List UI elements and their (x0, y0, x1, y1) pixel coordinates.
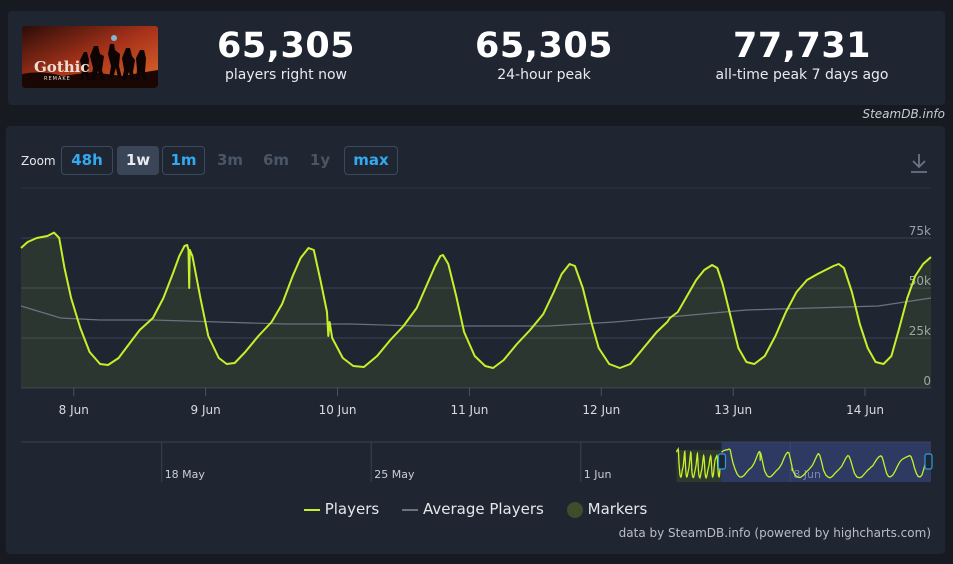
legend-label: Markers (587, 500, 648, 518)
stat-all-time-peak: 77,731 all-time peak 7 days ago (692, 25, 912, 83)
legend-markers[interactable]: Markers (566, 500, 648, 518)
stat-label: players right now (225, 67, 347, 83)
legend-label: Average Players (422, 500, 544, 518)
game-logo: Gothic (34, 58, 89, 76)
zoom-48h-button[interactable]: 48h (61, 146, 113, 175)
x-tick-label: 12 Jun (582, 403, 620, 417)
navigator-handle-left[interactable] (717, 453, 727, 470)
zoom-label: Zoom (21, 154, 56, 168)
x-tick-label: 11 Jun (450, 403, 488, 417)
zoom-1y-button[interactable]: 1y (302, 146, 338, 175)
x-tick-label: 8 Jun (59, 403, 89, 417)
download-icon (911, 154, 927, 173)
zoom-1w-button[interactable]: 1w (117, 146, 159, 175)
legend-markers-swatch (566, 501, 583, 518)
stat-value: 65,305 (216, 26, 356, 66)
navigator-handle-right[interactable] (924, 453, 933, 470)
navigator-label: 25 May (374, 468, 415, 481)
footer-credit: data by SteamDB.info (powered by highcha… (618, 526, 931, 540)
stats-panel: Gothic REMAKE 65,305 players right now 6… (8, 11, 945, 105)
x-tick-label: 10 Jun (319, 403, 357, 417)
stat-value: 65,305 (474, 26, 614, 66)
x-tick-label: 9 Jun (191, 403, 221, 417)
svg-text:REMAKE: REMAKE (44, 76, 71, 82)
x-tick-label: 13 Jun (714, 403, 752, 417)
chart-legend: Players Average Players Markers (6, 500, 945, 518)
y-tick-label: 75k (909, 224, 931, 238)
stat-label: 24-hour peak (497, 67, 591, 83)
legend-players-swatch (303, 508, 320, 511)
stat-current-players: 65,305 players right now (176, 25, 396, 83)
zoom-3m-button[interactable]: 3m (210, 146, 250, 175)
zoom-1m-button[interactable]: 1m (162, 146, 205, 175)
steamdb-credit-link[interactable]: SteamDB.info (862, 107, 945, 121)
download-button[interactable] (909, 152, 929, 178)
legend-average-swatch (401, 508, 418, 511)
game-thumbnail[interactable]: Gothic REMAKE (22, 26, 158, 88)
stat-label: all-time peak 7 days ago (715, 67, 889, 83)
legend-label: Players (324, 500, 380, 518)
zoom-6m-button[interactable]: 6m (256, 146, 296, 175)
navigator-label: 1 Jun (584, 468, 612, 481)
zoom-max-button[interactable]: max (344, 146, 398, 175)
stat-value: 77,731 (732, 26, 872, 66)
legend-average[interactable]: Average Players (401, 500, 544, 518)
legend-players[interactable]: Players (303, 500, 380, 518)
chart-panel: 0 25k 50k 75k 8 Jun 9 Jun 10 Jun 11 Jun 12 Jun 13… (6, 126, 945, 554)
x-tick-label: 14 Jun (846, 403, 884, 417)
navigator-label: 18 May (165, 468, 206, 481)
game-art-image: Gothic REMAKE (22, 26, 158, 88)
player-count-chart[interactable]: 025k50k75k8 Jun 9 Jun 10 Jun 11 Jun 12 Jun 13… (6, 126, 945, 554)
stat-24h-peak: 65,305 24-hour peak (434, 25, 654, 83)
